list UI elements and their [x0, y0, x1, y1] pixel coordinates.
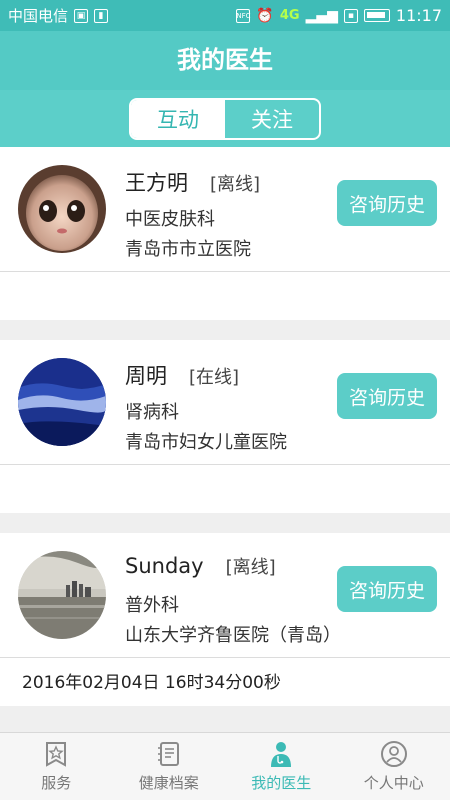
record-book-icon: [157, 742, 179, 766]
doctor-card[interactable]: 周明 [在线] 肾病科 青岛市妇女儿童医院 咨询历史: [0, 340, 450, 513]
doctor-status: [离线]: [210, 174, 261, 195]
nav-item-health-records[interactable]: 健康档案: [113, 733, 226, 800]
doctor-hospital: 山东大学齐鲁医院（青岛）: [125, 625, 341, 646]
network-type-label: 4G: [279, 8, 300, 23]
card-footer: [0, 272, 450, 320]
doctor-department: 普外科: [125, 595, 179, 616]
star-bookmark-icon: [46, 742, 67, 767]
doll-avatar-image: [18, 165, 106, 253]
doctor-name: Sunday: [125, 554, 204, 578]
notification-icon: ▪: [343, 8, 358, 23]
sim-card-icon: ▮: [94, 8, 109, 23]
nav-label: 个人中心: [363, 774, 424, 792]
doctor-name-row: 王方明 [离线]: [125, 167, 260, 197]
signal-icon: ▂▄▆: [305, 7, 338, 24]
nav-item-service[interactable]: 服务: [0, 733, 113, 800]
clock-time: 11:17: [395, 6, 442, 25]
nav-label: 服务: [41, 774, 72, 792]
status-bar: 中国电信 ▣ ▮ NFC ⏰ 4G ▂▄▆ ▪ 11:17: [0, 0, 450, 31]
forest-avatar-image: [18, 358, 106, 446]
carrier-label: 中国电信: [8, 7, 69, 25]
doctor-hospital: 青岛市妇女儿童医院: [125, 432, 287, 453]
nav-label: 健康档案: [138, 774, 199, 792]
nav-label: 我的医生: [251, 774, 312, 792]
doctor-name: 周明: [125, 364, 167, 388]
person-icon: [380, 741, 407, 767]
doctor-list: 王方明 [离线] 中医皮肤科 青岛市市立医院 咨询历史 周明 [在线] 肾病科 …: [0, 147, 450, 732]
doctor-card-main: Sunday [离线] 普外科 山东大学齐鲁医院（青岛） 咨询历史: [0, 533, 450, 658]
doctor-name-row: Sunday [离线]: [125, 553, 276, 579]
tab-interaction[interactable]: 互动: [131, 99, 225, 138]
card-footer: [0, 465, 450, 513]
doctor-name: 王方明: [125, 171, 188, 195]
page-title: 我的医生: [0, 31, 450, 90]
alarm-icon: ⏰: [256, 7, 274, 24]
consult-history-button[interactable]: 咨询历史: [337, 373, 437, 419]
last-consult-time: 2016年02月04日 16时34分00秒: [22, 673, 281, 693]
nav-item-personal-center[interactable]: 个人中心: [338, 733, 450, 800]
avatar: [18, 358, 106, 446]
status-right: NFC ⏰ 4G ▂▄▆ ▪ 11:17: [236, 6, 442, 25]
sim-icon: ▣: [74, 8, 89, 23]
segment-bar: 互动 关注: [0, 90, 450, 147]
consult-history-button[interactable]: 咨询历史: [337, 566, 437, 612]
nav-item-my-doctor[interactable]: 我的医生: [225, 733, 338, 800]
nfc-icon: NFC: [236, 8, 251, 23]
doctor-department: 中医皮肤科: [125, 209, 215, 230]
doctor-status: [在线]: [189, 367, 240, 388]
status-left: 中国电信 ▣ ▮: [8, 5, 109, 26]
doctor-name-row: 周明 [在线]: [125, 360, 239, 390]
doctor-card-main: 王方明 [离线] 中医皮肤科 青岛市市立医院 咨询历史: [0, 147, 450, 272]
battery-icon: [363, 9, 390, 22]
bottom-nav: 服务 健康档案 我的医生 个人中心: [0, 732, 450, 800]
doctor-status: [离线]: [225, 557, 276, 578]
avatar: [18, 551, 106, 639]
tab-following[interactable]: 关注: [225, 100, 319, 138]
doctor-card-main: 周明 [在线] 肾病科 青岛市妇女儿童医院 咨询历史: [0, 340, 450, 465]
doctor-department: 肾病科: [125, 402, 179, 423]
seascape-avatar-image: [18, 551, 106, 639]
segment-control: 互动 关注: [129, 97, 321, 140]
doctor-card[interactable]: Sunday [离线] 普外科 山东大学齐鲁医院（青岛） 咨询历史 2016年0…: [0, 533, 450, 706]
doctor-icon: [271, 742, 292, 767]
avatar: [18, 165, 106, 253]
doctor-card[interactable]: 王方明 [离线] 中医皮肤科 青岛市市立医院 咨询历史: [0, 147, 450, 320]
doctor-hospital: 青岛市市立医院: [125, 239, 251, 260]
consult-history-button[interactable]: 咨询历史: [337, 180, 437, 226]
